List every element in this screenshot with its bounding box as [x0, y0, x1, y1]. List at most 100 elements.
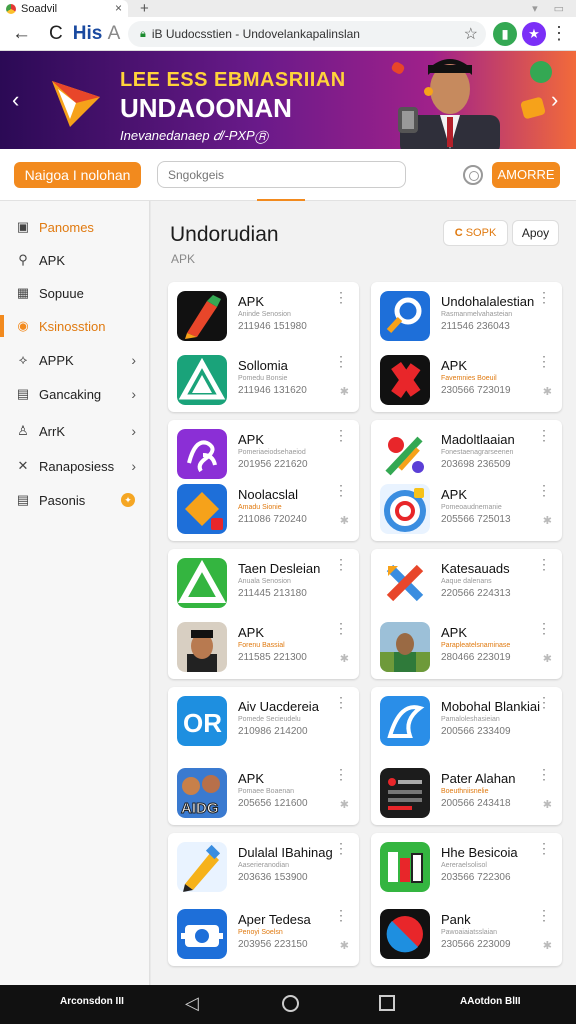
- app-list-item[interactable]: APK Favemnies Boeuil 230566 723019 ⋮ ✱: [371, 350, 562, 408]
- favorite-icon[interactable]: ✱: [340, 652, 349, 665]
- app-list-item[interactable]: Sollomia Pomedu Bonsie 211946 131620 ⋮ ✱: [168, 350, 359, 408]
- app-bars-green-icon[interactable]: [380, 842, 430, 892]
- app-list-item[interactable]: AIDG APK Pomaee Boaenan 205656 121600 ⋮ ✱: [168, 763, 359, 821]
- app-list-item[interactable]: APK Pomeriaeiodsehaeiod 201956 221620 ⋮: [168, 424, 359, 482]
- app-target-icon[interactable]: [380, 484, 430, 534]
- item-menu-icon[interactable]: ⋮: [537, 483, 551, 497]
- app-x-colorful-icon[interactable]: [380, 558, 430, 608]
- app-list-item[interactable]: APK Forenu Bassial 211585 221300 ⋮ ✱: [168, 617, 359, 675]
- item-menu-icon[interactable]: ⋮: [334, 841, 348, 855]
- favorite-icon[interactable]: ✱: [543, 939, 552, 952]
- sidebar-item[interactable]: ▤ Gancaking ›: [0, 380, 150, 408]
- sidebar-item[interactable]: ▣ Panomes: [0, 213, 150, 241]
- app-purple-script-icon[interactable]: [177, 429, 227, 479]
- app-blue-swirl-icon[interactable]: [380, 696, 430, 746]
- sidebar-item[interactable]: ♙ ArrK ›: [0, 417, 150, 445]
- nav-home-icon[interactable]: [282, 995, 299, 1012]
- new-tab-button[interactable]: +: [140, 0, 149, 17]
- item-menu-icon[interactable]: ⋮: [334, 290, 348, 304]
- item-menu-icon[interactable]: ⋮: [334, 908, 348, 922]
- app-list-item[interactable]: Madoltlaaian Fonestaenagrarseenen 203698 2…: [371, 424, 562, 482]
- app-cross-red-icon[interactable]: [380, 355, 430, 405]
- item-menu-icon[interactable]: ⋮: [334, 428, 348, 442]
- hero-banner[interactable]: ‹ LEE ESS EBMASRIIAN UNDAOONAN Inevaneda…: [0, 51, 576, 149]
- close-tab-icon[interactable]: ×: [115, 1, 122, 15]
- app-red-blue-circle-icon[interactable]: [380, 909, 430, 959]
- item-menu-icon[interactable]: ⋮: [537, 695, 551, 709]
- app-list-item[interactable]: Aper Tedesa Penoyi Soelsn 203956 223150 ⋮ ✱: [168, 904, 359, 962]
- item-menu-icon[interactable]: ⋮: [334, 483, 348, 497]
- banner-next-icon[interactable]: ›: [551, 87, 558, 113]
- bookmark-star-icon[interactable]: ☆: [464, 24, 478, 44]
- app-colorful-check-icon[interactable]: [380, 429, 430, 479]
- app-camera-blue-icon[interactable]: [177, 909, 227, 959]
- item-menu-icon[interactable]: ⋮: [334, 621, 348, 635]
- app-list-item[interactable]: APK Pomeoaudnemanie 205566 725013 ⋮ ✱: [371, 479, 562, 537]
- browser-tab[interactable]: Soadvil ×: [0, 0, 128, 17]
- item-menu-icon[interactable]: ⋮: [537, 621, 551, 635]
- nav-recents-icon[interactable]: [379, 995, 395, 1011]
- app-orange-diamond-icon[interactable]: [177, 484, 227, 534]
- app-list-item[interactable]: Undohalalestian Rasmanmelvahasteian 211546…: [371, 286, 562, 344]
- search-input[interactable]: [157, 161, 406, 188]
- app-or-blue-icon[interactable]: OR: [177, 696, 227, 746]
- sidebar-item[interactable]: ⟡ APPK ›: [0, 346, 150, 374]
- nav-back-icon[interactable]: ◁: [185, 993, 199, 1014]
- app-list-item[interactable]: Pank Pawoaiaiatsslaian 230566 223009 ⋮ ✱: [371, 904, 562, 962]
- sidebar-item[interactable]: ▦ Sopuue: [0, 279, 150, 307]
- banner-prev-icon[interactable]: ‹: [12, 87, 19, 113]
- minimize-icon[interactable]: ▭: [554, 2, 564, 15]
- app-list-item[interactable]: Hhe Besicoia Aereraelsolisol 203566 722306…: [371, 837, 562, 895]
- item-menu-icon[interactable]: ⋮: [334, 695, 348, 709]
- app-pencil-yellow-icon[interactable]: [177, 842, 227, 892]
- favorite-icon[interactable]: ✱: [340, 798, 349, 811]
- favorite-icon[interactable]: ✱: [340, 514, 349, 527]
- app-list-item[interactable]: Pater Alahan Boeuthniisnelie 200566 243418…: [371, 763, 562, 821]
- back-arrow-icon[interactable]: ←: [12, 23, 31, 45]
- favorite-icon[interactable]: ✱: [543, 798, 552, 811]
- item-menu-icon[interactable]: ⋮: [334, 767, 348, 781]
- sidebar-item[interactable]: ⚲ APK: [0, 246, 150, 274]
- item-menu-icon[interactable]: ⋮: [334, 354, 348, 368]
- app-portrait-field-icon[interactable]: [380, 622, 430, 672]
- address-bar[interactable]: 🔒︎ iB Uudocsstien - Undovelankapalinslan…: [128, 21, 486, 47]
- app-triangle-green2-icon[interactable]: [177, 558, 227, 608]
- item-menu-icon[interactable]: ⋮: [537, 290, 551, 304]
- sort-button[interactable]: C SOPK: [443, 220, 508, 246]
- app-list-item[interactable]: Dulalal IBahinag Aaserieranodian 203636 15…: [168, 837, 359, 895]
- app-pen-icon[interactable]: [177, 291, 227, 341]
- apply-button[interactable]: Apoy: [512, 220, 559, 246]
- extension-purple-icon[interactable]: ★: [522, 22, 546, 46]
- item-menu-icon[interactable]: ⋮: [537, 354, 551, 368]
- app-list-item[interactable]: APK Parapleatelsnaminase 280466 223019 ⋮ ✱: [371, 617, 562, 675]
- app-triangle-green-icon[interactable]: [177, 355, 227, 405]
- item-menu-icon[interactable]: ⋮: [334, 557, 348, 571]
- sidebar-item[interactable]: ✕ Ranaposiess ›: [0, 452, 150, 480]
- app-list-item[interactable]: Mobohal Blankiai Pamaloleshasieian 200566 …: [371, 691, 562, 749]
- browser-menu-icon[interactable]: ⋮: [550, 23, 568, 44]
- more-button[interactable]: AMORRE: [492, 162, 560, 188]
- app-portrait-man-icon[interactable]: [177, 622, 227, 672]
- sidebar-item[interactable]: ◉ Ksinosstion: [0, 312, 150, 340]
- favorite-icon[interactable]: ✱: [340, 939, 349, 952]
- favorite-icon[interactable]: ✱: [543, 385, 552, 398]
- item-menu-icon[interactable]: ⋮: [537, 767, 551, 781]
- reload-button[interactable]: C: [49, 23, 63, 45]
- voice-search-icon[interactable]: [463, 165, 483, 185]
- favorite-icon[interactable]: ✱: [543, 514, 552, 527]
- item-menu-icon[interactable]: ⋮: [537, 557, 551, 571]
- item-menu-icon[interactable]: ⋮: [537, 428, 551, 442]
- app-game-aid-icon[interactable]: AIDG: [177, 768, 227, 818]
- app-list-item[interactable]: Noolacslal Amadu Sionie 211086 720240 ⋮ ✱: [168, 479, 359, 537]
- sidebar-item[interactable]: ▤ Pasonis ✦: [0, 486, 150, 514]
- item-menu-icon[interactable]: ⋮: [537, 908, 551, 922]
- app-list-item[interactable]: Katesauads Aaque dalenans 220566 224313 ⋮: [371, 553, 562, 611]
- app-dark-list-icon[interactable]: [380, 768, 430, 818]
- app-list-item[interactable]: Taen Desleian Anuala Senosion 211445 21318…: [168, 553, 359, 611]
- extension-green-icon[interactable]: ▮: [493, 22, 517, 46]
- item-menu-icon[interactable]: ⋮: [537, 841, 551, 855]
- favorite-icon[interactable]: ✱: [543, 652, 552, 665]
- app-list-item[interactable]: APK Aninde Senosion 211946 151980 ⋮: [168, 286, 359, 344]
- app-list-item[interactable]: OR Aiv Uacdereia Pomede Secieudelu 210986 2…: [168, 691, 359, 749]
- favorite-icon[interactable]: ✱: [340, 385, 349, 398]
